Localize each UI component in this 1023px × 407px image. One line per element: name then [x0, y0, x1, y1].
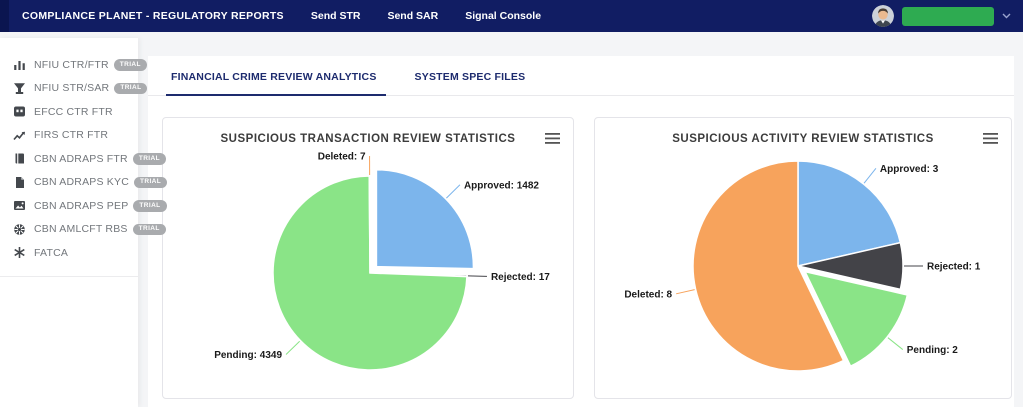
- user-avatar: [872, 5, 894, 27]
- label-connector: [864, 168, 876, 183]
- sidebar: NFIU CTR/FTR TRIAL NFIU STR/SAR TRIAL EF…: [0, 38, 138, 407]
- chart-title: SUSPICIOUS TRANSACTION REVIEW STATISTICS: [163, 133, 573, 145]
- nav-send-sar[interactable]: Send SAR: [387, 10, 438, 22]
- sidebar-item-cbn-adraps-pep[interactable]: CBN ADRAPS PEP TRIAL: [0, 194, 138, 218]
- pie-label-rejected: Rejected: 17: [491, 272, 550, 283]
- sidebar-item-label: CBN AMLCFT RBS: [34, 223, 128, 235]
- pie-label-approved: Approved: 3: [880, 164, 939, 175]
- terminal-icon: [12, 105, 26, 119]
- trial-badge: TRIAL: [134, 177, 167, 189]
- hamburger-menu-icon[interactable]: [545, 133, 560, 144]
- tab-system-spec-files[interactable]: SYSTEM SPEC FILES: [413, 71, 528, 95]
- pie-label-rejected: Rejected: 1: [927, 262, 981, 273]
- label-connector: [446, 185, 460, 198]
- pie-slice-approved[interactable]: [376, 170, 473, 269]
- sidebar-item-label: EFCC CTR FTR: [34, 106, 113, 118]
- trial-badge: TRIAL: [114, 59, 147, 71]
- sidebar-divider: [0, 276, 138, 277]
- book-icon: [12, 152, 26, 166]
- pie-label-approved: Approved: 1482: [464, 180, 539, 191]
- pie-label-pending: Pending: 2: [907, 345, 959, 356]
- sidebar-item-cbn-adraps-kyc[interactable]: CBN ADRAPS KYC TRIAL: [0, 171, 138, 195]
- chart-card-suspicious-transactions: SUSPICIOUS TRANSACTION REVIEW STATISTICS…: [162, 117, 574, 399]
- sidebar-item-cbn-adraps-ftr[interactable]: CBN ADRAPS FTR TRIAL: [0, 147, 138, 171]
- trial-badge: TRIAL: [133, 224, 166, 236]
- sidebar-item-firs-ctr-ftr[interactable]: FIRS CTR FTR: [0, 124, 138, 148]
- navbar-left-strip: [0, 0, 9, 32]
- pie-label-deleted: Deleted: 7: [318, 152, 366, 163]
- hamburger-menu-icon[interactable]: [983, 133, 998, 144]
- sidebar-item-nfiu-ctr-ftr[interactable]: NFIU CTR/FTR TRIAL: [0, 53, 138, 77]
- pie-label-deleted: Deleted: 8: [624, 289, 672, 300]
- helm-icon: [12, 222, 26, 236]
- chevron-down-icon: [1002, 13, 1011, 19]
- bar-chart-icon: [12, 58, 26, 72]
- username-redacted: [902, 7, 994, 26]
- asterisk-icon: [12, 246, 26, 260]
- sidebar-item-label: NFIU STR/SAR: [34, 82, 109, 94]
- pie-chart-suspicious-transactions: Approved: 1482 Rejected: 17 Pending: 4349 D…: [163, 118, 573, 398]
- sidebar-item-label: FIRS CTR FTR: [34, 129, 108, 141]
- app-title: COMPLIANCE PLANET - REGULATORY REPORTS: [22, 10, 284, 22]
- tab-bar: FINANCIAL CRIME REVIEW ANALYTICS SYSTEM …: [148, 56, 1014, 96]
- user-menu[interactable]: [872, 5, 1011, 27]
- sidebar-item-label: CBN ADRAPS KYC: [34, 176, 129, 188]
- charts-row: SUSPICIOUS TRANSACTION REVIEW STATISTICS…: [148, 96, 1014, 399]
- trial-badge: TRIAL: [114, 83, 147, 95]
- funnel-icon: [12, 81, 26, 95]
- label-connector: [286, 341, 300, 354]
- sidebar-item-label: FATCA: [34, 247, 68, 259]
- main-panel: FINANCIAL CRIME REVIEW ANALYTICS SYSTEM …: [148, 56, 1014, 407]
- nav-signal-console[interactable]: Signal Console: [465, 10, 541, 22]
- sidebar-item-cbn-amlcft-rbs[interactable]: CBN AMLCFT RBS TRIAL: [0, 218, 138, 242]
- top-navbar: COMPLIANCE PLANET - REGULATORY REPORTS S…: [0, 0, 1023, 32]
- sidebar-item-efcc-ctr-ftr[interactable]: EFCC CTR FTR: [0, 100, 138, 124]
- trial-badge: TRIAL: [133, 200, 166, 212]
- sidebar-item-label: NFIU CTR/FTR: [34, 59, 109, 71]
- pie-chart-suspicious-activity: Approved: 3 Rejected: 1 Pending: 2 Deleted:…: [595, 118, 1011, 398]
- label-connector: [888, 338, 903, 350]
- pie-slice-deleted[interactable]: [369, 176, 370, 273]
- file-icon: [12, 175, 26, 189]
- sidebar-item-nfiu-str-sar[interactable]: NFIU STR/SAR TRIAL: [0, 77, 138, 101]
- sidebar-item-fatca[interactable]: FATCA: [0, 241, 138, 265]
- label-connector: [676, 290, 695, 294]
- chart-card-suspicious-activity: SUSPICIOUS ACTIVITY REVIEW STATISTICS Ap…: [594, 117, 1012, 399]
- sidebar-item-label: CBN ADRAPS FTR: [34, 153, 128, 165]
- nav-send-str[interactable]: Send STR: [311, 10, 361, 22]
- tab-financial-crime-review-analytics[interactable]: FINANCIAL CRIME REVIEW ANALYTICS: [169, 71, 379, 95]
- label-connector: [468, 276, 487, 277]
- trial-badge: TRIAL: [133, 153, 166, 165]
- sidebar-item-label: CBN ADRAPS PEP: [34, 200, 128, 212]
- chart-title: SUSPICIOUS ACTIVITY REVIEW STATISTICS: [595, 133, 1011, 145]
- trend-line-icon: [12, 128, 26, 142]
- image-icon: [12, 199, 26, 213]
- pie-label-pending: Pending: 4349: [214, 350, 282, 361]
